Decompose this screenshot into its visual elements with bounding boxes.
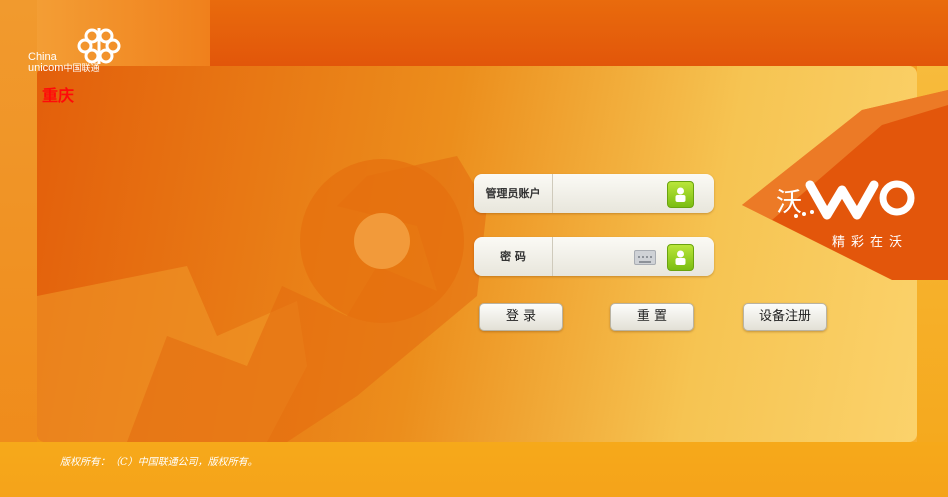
top-banner	[0, 0, 948, 66]
wo-character: 沃	[776, 188, 803, 218]
account-field: 管理员账户	[474, 174, 714, 213]
register-device-button[interactable]: 设备注册	[743, 303, 827, 331]
china-unicom-wordmark: China unicom中国联通	[28, 52, 99, 74]
password-field: 密 码	[474, 237, 714, 276]
bottom-banner	[0, 442, 948, 497]
password-label: 密 码	[474, 237, 553, 276]
logo-cn: 中国联通	[63, 63, 100, 73]
wo-brand-banner	[742, 90, 948, 280]
login-button[interactable]: 登 录	[479, 303, 563, 331]
password-input[interactable]	[558, 243, 682, 271]
wo-slogan: 精彩在沃	[832, 235, 909, 250]
account-label: 管理员账户	[474, 174, 553, 213]
city-label: 重庆	[42, 86, 75, 105]
keyboard-icon[interactable]	[634, 250, 656, 265]
copyright-text: 版权所有：（C）中国联通公司，版权所有。	[60, 457, 258, 468]
account-input[interactable]	[558, 180, 682, 208]
user-icon[interactable]	[667, 181, 694, 208]
reset-button[interactable]: 重 置	[610, 303, 694, 331]
logo-en-line2: unicom	[28, 62, 64, 74]
user-icon[interactable]	[667, 244, 694, 271]
